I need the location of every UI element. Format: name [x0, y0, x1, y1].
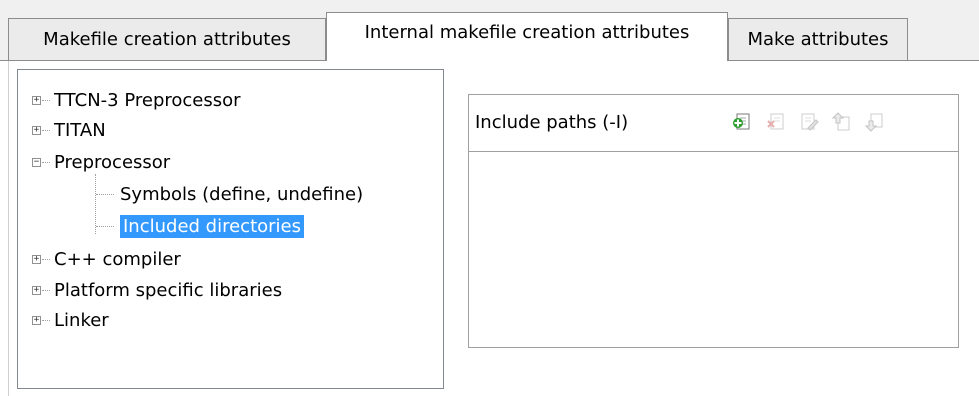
content-left-border: [8, 61, 9, 396]
tree-item-included-directories[interactable]: Included directories: [96, 213, 304, 240]
expand-icon[interactable]: +: [32, 255, 41, 264]
tree-item-label: Symbols (define, undefine): [120, 184, 364, 205]
expand-icon[interactable]: +: [32, 286, 41, 295]
expand-icon[interactable]: +: [32, 96, 41, 105]
tree-item-preprocessor[interactable]: − Preprocessor: [32, 149, 170, 176]
tab-makefile-creation-attributes[interactable]: Makefile creation attributes: [8, 18, 326, 60]
move-up-icon[interactable]: [832, 112, 852, 132]
tree-connector: [96, 226, 114, 227]
tree-item-label-selected: Included directories: [120, 215, 304, 238]
tab-make-attributes[interactable]: Make attributes: [728, 18, 908, 60]
tab-label: Internal makefile creation attributes: [364, 22, 690, 43]
tree-item-linker[interactable]: + Linker: [32, 307, 109, 334]
include-paths-header: Include paths (-I): [469, 95, 958, 152]
add-icon[interactable]: [732, 112, 752, 132]
tab-label: Makefile creation attributes: [43, 29, 291, 50]
tree-item-ttcn3-preprocessor[interactable]: + TTCN-3 Preprocessor: [32, 87, 241, 114]
include-paths-list[interactable]: [469, 152, 958, 347]
tree-item-symbols[interactable]: Symbols (define, undefine): [96, 181, 363, 208]
tree-connector: [42, 162, 50, 163]
tree-item-label: TTCN-3 Preprocessor: [54, 90, 241, 111]
tree-item-label: Platform specific libraries: [54, 280, 283, 301]
tab-bar: Makefile creation attributes Internal ma…: [0, 0, 979, 61]
move-down-icon[interactable]: [865, 112, 885, 132]
tab-internal-makefile-creation-attributes[interactable]: Internal makefile creation attributes: [326, 12, 728, 61]
settings-tree[interactable]: + TTCN-3 Preprocessor + TITAN − Preproce…: [17, 69, 444, 389]
tree-connector: [96, 194, 114, 195]
include-paths-title: Include paths (-I): [475, 112, 629, 133]
expand-icon[interactable]: +: [32, 316, 41, 325]
tree-item-label: Linker: [54, 310, 109, 331]
tree-item-platform-libraries[interactable]: + Platform specific libraries: [32, 277, 282, 304]
tree-item-titan[interactable]: + TITAN: [32, 117, 106, 144]
edit-icon[interactable]: [799, 112, 819, 132]
tree-item-label: C++ compiler: [54, 249, 181, 270]
tree-connector: [42, 320, 50, 321]
tree-item-cpp-compiler[interactable]: + C++ compiler: [32, 246, 181, 273]
tree-item-label: TITAN: [54, 120, 106, 141]
tree-connector: [42, 259, 50, 260]
tree-connector: [42, 100, 50, 101]
tree-connector: [42, 130, 50, 131]
tree-item-label: Preprocessor: [54, 152, 171, 173]
tab-label: Make attributes: [747, 29, 889, 50]
collapse-icon[interactable]: −: [32, 158, 41, 167]
expand-icon[interactable]: +: [32, 126, 41, 135]
delete-icon[interactable]: [766, 112, 786, 132]
include-paths-panel: Include paths (-I): [468, 94, 959, 348]
tree-connector: [42, 290, 50, 291]
